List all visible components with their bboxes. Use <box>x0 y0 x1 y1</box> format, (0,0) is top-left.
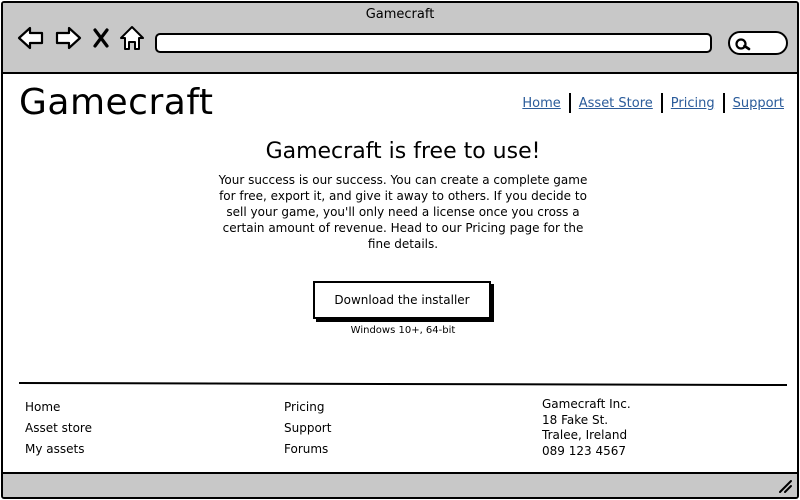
nav-divider <box>660 93 663 113</box>
top-navigation: Home Asset Store Pricing Support <box>522 93 784 113</box>
footer-link-my-assets[interactable]: My assets <box>25 440 92 461</box>
site-logo[interactable]: Gamecraft <box>19 82 213 123</box>
search-button[interactable] <box>728 31 788 55</box>
company-name: Gamecraft Inc. <box>542 397 631 411</box>
resize-grip-icon[interactable] <box>777 478 793 494</box>
hero-description: Your success is our success. You can cre… <box>218 173 588 251</box>
browser-window: Gamecraft Gamecraft Home Asset Store Pri… <box>1 1 799 499</box>
back-arrow-icon[interactable] <box>16 23 46 53</box>
nav-link-home[interactable]: Home <box>522 96 560 111</box>
browser-toolbar: Gamecraft <box>3 3 797 74</box>
address-bar[interactable] <box>155 33 712 53</box>
download-requirements-note: Windows 10+, 64-bit <box>350 325 456 336</box>
footer-link-home[interactable]: Home <box>25 398 92 419</box>
footer-address: Gamecraft Inc. 18 Fake St. Tralee, Irela… <box>542 397 631 459</box>
home-icon[interactable] <box>118 23 146 53</box>
status-bar <box>3 472 797 497</box>
forward-arrow-icon[interactable] <box>53 23 83 53</box>
phone-number: 089 123 4567 <box>542 443 626 458</box>
footer-link-support[interactable]: Support <box>284 419 331 440</box>
nav-link-asset-store[interactable]: Asset Store <box>579 96 653 111</box>
hero-title: Gamecraft is free to use! <box>265 139 541 164</box>
nav-divider <box>722 93 725 113</box>
nav-link-support[interactable]: Support <box>733 96 784 111</box>
close-icon[interactable] <box>90 23 114 53</box>
city-country: Tralee, Ireland <box>542 428 628 442</box>
footer-link-asset-store[interactable]: Asset store <box>25 419 92 440</box>
footer-links-column-1: Home Asset store My assets <box>25 398 92 461</box>
footer-link-pricing[interactable]: Pricing <box>284 398 331 419</box>
footer-link-forums[interactable]: Forums <box>284 440 331 461</box>
footer-links-column-2: Pricing Support Forums <box>284 398 331 461</box>
window-title: Gamecraft <box>365 7 435 22</box>
street-address: 18 Fake St. <box>542 412 609 427</box>
footer-divider <box>18 381 788 387</box>
download-installer-button[interactable]: Download the installer <box>313 281 491 319</box>
nav-link-pricing[interactable]: Pricing <box>671 96 715 111</box>
nav-divider <box>568 93 571 113</box>
